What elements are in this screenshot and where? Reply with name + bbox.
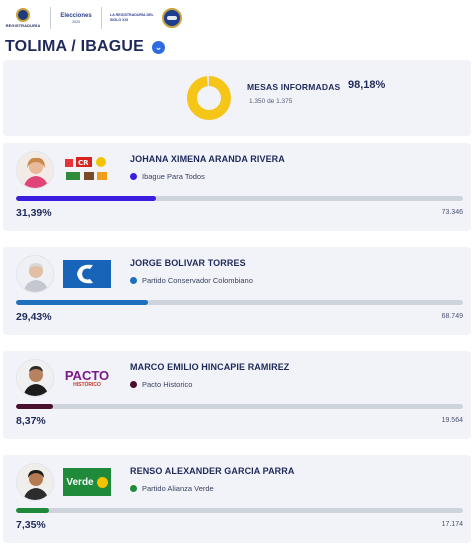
registraduria-text: REGISTRADURÍA [5,23,41,28]
siglo-xxi-logo-text: LA REGISTRADURÍA DEL SIGLO XXI [110,13,154,22]
pacto-logo-text: PACTO [64,367,110,383]
logo-divider [50,7,51,29]
vote-bar-fill [16,508,49,513]
svg-text:CR: CR [78,159,89,167]
candidate-card[interactable]: JORGE BOLIVAR TORRES Partido Conservador… [3,247,471,335]
party-row: Partido Alianza Verde [130,484,214,493]
vote-percentage: 31,39% [16,207,52,219]
vote-percentage: 8,37% [16,415,46,427]
pacto-historico-logo: PACTO HISTÓRICO [63,363,111,393]
candidate-card[interactable]: PACTO HISTÓRICO MARCO EMILIO HINCAPIE RA… [3,351,471,439]
mesas-percentage: 98,18% [348,79,386,91]
top-logos-bar: REGISTRADURÍA Elecciones 2023 LA REGISTR… [0,0,474,36]
party-color-dot [130,173,137,180]
vote-bar-fill [16,404,54,409]
candidate-avatar [16,151,54,189]
conservador-logo [63,259,111,289]
alianza-verde-logo: Verde [63,467,111,497]
registraduria-seal-icon [16,8,30,22]
party-color-dot [130,277,137,284]
candidate-name: JORGE BOLIVAR TORRES [130,258,246,268]
party-name: Pacto Historico [142,380,193,389]
location-title-row: TOLIMA / IBAGUE ⌄ [5,37,165,57]
party-color-dot [130,381,137,388]
mesas-donut-chart [187,76,231,120]
logo-divider [101,7,102,29]
chevron-down-icon[interactable]: ⌄ [152,40,165,54]
mesas-label: MESAS INFORMADAS [247,82,341,92]
vote-count: 68.749 [441,313,463,320]
seal-badge-icon [162,8,182,28]
vote-bar-track [16,508,463,513]
vote-bar-track [16,404,463,409]
vote-count: 17.174 [441,521,463,528]
vote-count: 19.564 [441,417,463,424]
vote-bar-fill [16,300,148,305]
pacto-logo-sub: HISTÓRICO [73,381,101,388]
vote-count: 73.346 [441,209,463,216]
verde-logo-text: Verde [66,476,94,488]
party-name: Partido Alianza Verde [142,484,214,493]
candidate-card[interactable]: Verde RENSO ALEXANDER GARCIA PARRA Parti… [3,455,471,543]
elecciones-year: 2023 [72,19,80,24]
mesas-count: 1.350 de 1.375 [249,98,293,105]
coalition-logos: CR [63,155,111,185]
candidate-name: JOHANA XIMENA ARANDA RIVERA [130,154,285,164]
candidate-name: RENSO ALEXANDER GARCIA PARRA [130,466,295,476]
vote-percentage: 29,43% [16,311,52,323]
party-color-dot [130,485,137,492]
vote-bar-fill [16,196,157,201]
party-row: Ibague Para Todos [130,172,205,181]
donut-progress [187,76,231,120]
vote-percentage: 7,35% [16,519,46,531]
vote-bar-track [16,196,463,201]
party-name: Ibague Para Todos [142,172,205,181]
candidate-avatar [16,359,54,397]
candidate-card[interactable]: CR JOHANA XIMENA ARANDA RIVERA Ibague Pa… [3,143,471,231]
mesas-summary-panel: MESAS INFORMADAS 98,18% 1.350 de 1.375 [3,60,471,136]
sunflower-icon [96,476,108,488]
vote-bar-track [16,300,463,305]
candidate-name: MARCO EMILIO HINCAPIE RAMIREZ [130,362,290,372]
candidate-avatar [16,463,54,501]
party-row: Pacto Historico [130,380,192,389]
registraduria-logo[interactable]: REGISTRADURÍA [4,3,42,33]
page-title: TOLIMA / IBAGUE [5,38,144,55]
candidate-avatar [16,255,54,293]
party-row: Partido Conservador Colombiano [130,276,253,285]
party-name: Partido Conservador Colombiano [142,276,253,285]
elecciones-logo[interactable]: Elecciones 2023 [59,3,93,33]
elecciones-text: Elecciones [60,12,92,19]
